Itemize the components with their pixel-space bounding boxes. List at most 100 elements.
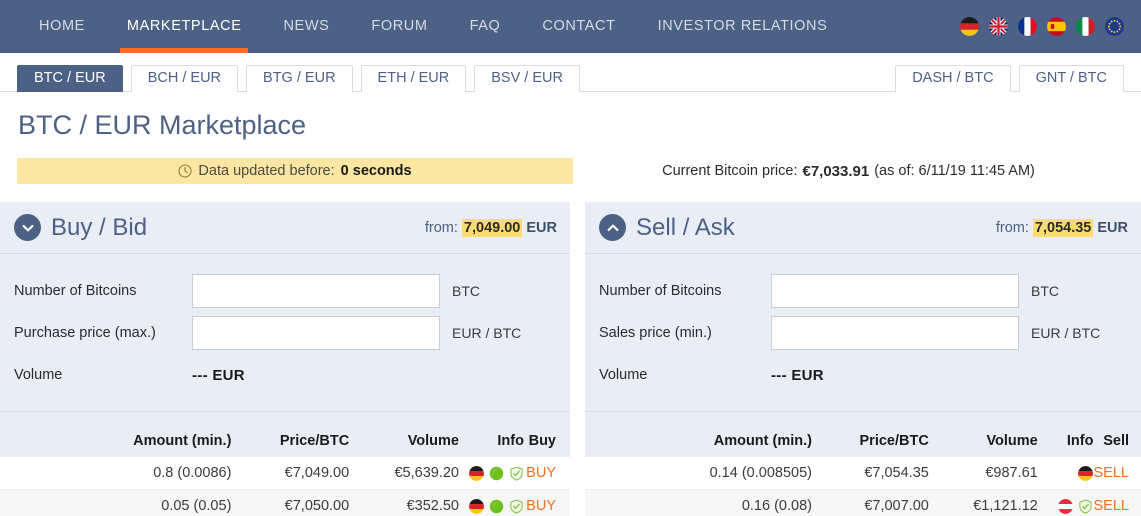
status-row: Data updated before: 0 seconds Current B… <box>0 158 1141 184</box>
shield-check-icon <box>509 466 524 481</box>
nav-item-contact[interactable]: CONTACT <box>521 0 636 53</box>
sell-row1-info <box>1037 489 1094 516</box>
table-row[interactable]: 0.16 (0.08) €7,007.00 €1,121.12 SELL <box>585 489 1141 516</box>
table-row[interactable]: 0.8 (0.0086) €7,049.00 €5,639.20 BUY <box>0 457 570 490</box>
tab-btc-eur[interactable]: BTC / EUR <box>17 65 123 92</box>
tab-gnt-btc[interactable]: GNT / BTC <box>1018 65 1124 92</box>
sell-price-input[interactable] <box>771 316 1019 350</box>
sell-from-value: 7,054.35 <box>1032 218 1094 237</box>
data-updated-label: Data updated before: <box>198 163 335 179</box>
sell-volume-label: Volume <box>599 367 648 383</box>
buy-bid-panel: Buy / Bid from: 7,049.00 EUR Number of B… <box>0 202 570 516</box>
current-price-label: Current Bitcoin price: <box>662 163 798 179</box>
sell-panel-title: Sell / Ask <box>636 213 735 241</box>
buy-panel-header: Buy / Bid from: 7,049.00 EUR <box>0 202 570 254</box>
flag-eu-icon[interactable] <box>1105 17 1124 36</box>
flag-de-icon <box>468 465 484 481</box>
shield-check-icon <box>509 499 524 514</box>
buy-form: Number of Bitcoins BTC Purchase price (m… <box>0 254 570 411</box>
data-updated-banner: Data updated before: 0 seconds <box>17 158 573 184</box>
nav-item-news[interactable]: NEWS <box>262 0 350 53</box>
buy-th-price: Price/BTC <box>231 425 350 457</box>
nav-item-home[interactable]: HOME <box>18 0 106 53</box>
flag-it-icon[interactable] <box>1076 17 1095 36</box>
flag-es-icon[interactable] <box>1047 17 1066 36</box>
buy-amount-row: Number of Bitcoins BTC <box>0 270 570 312</box>
buy-th-info: Info <box>458 425 524 457</box>
buy-price-row: Purchase price (max.) EUR / BTC <box>0 312 570 354</box>
buy-row1-volume: €352.50 <box>349 489 459 516</box>
tab-dash-btc[interactable]: DASH / BTC <box>895 65 1011 92</box>
sell-panel-header: Sell / Ask from: 7,054.35 EUR <box>585 202 1141 254</box>
sell-row0-volume: €987.61 <box>928 457 1038 490</box>
data-updated-value: 0 seconds <box>340 163 412 179</box>
sell-row1-amount: 0.16 (0.08) <box>585 489 812 516</box>
sell-amount-unit: BTC <box>1031 283 1059 299</box>
nav-links: HOME MARKETPLACE NEWS FORUM FAQ CONTACT … <box>0 0 849 59</box>
buy-volume-value: --- EUR <box>192 366 245 384</box>
buy-from-value: 7,049.00 <box>461 218 523 237</box>
buy-row0-volume: €5,639.20 <box>349 457 459 490</box>
buy-amount-unit: BTC <box>452 283 480 299</box>
shield-check-icon <box>1078 499 1093 514</box>
pair-tabbar: BTC / EUR BCH / EUR BTG / EUR ETH / EUR … <box>0 53 1141 92</box>
buy-th-volume: Volume <box>349 425 459 457</box>
sell-th-amount: Amount (min.) <box>585 425 812 457</box>
green-badge-icon <box>489 499 504 514</box>
tab-bch-eur[interactable]: BCH / EUR <box>130 65 239 92</box>
sell-from-currency: EUR <box>1097 219 1128 236</box>
buy-row0-info <box>458 457 524 490</box>
sell-ask-panel: Sell / Ask from: 7,054.35 EUR Number of … <box>585 202 1141 516</box>
sell-row0-price: €7,054.35 <box>811 457 929 490</box>
buy-price-input[interactable] <box>192 316 440 350</box>
sell-amount-input[interactable] <box>771 274 1019 308</box>
sell-table-header-row: Amount (min.) Price/BTC Volume Info Sell <box>585 425 1141 457</box>
buy-row1-action-cell: BUY <box>523 489 570 516</box>
flag-at-icon <box>1058 498 1074 514</box>
buy-row1-amount: 0.05 (0.05) <box>0 489 232 516</box>
sell-form: Number of Bitcoins BTC Sales price (min.… <box>585 254 1141 411</box>
buy-from-label: from: <box>424 219 458 236</box>
nav-item-faq[interactable]: FAQ <box>449 0 522 53</box>
pair-tabs-left: BTC / EUR BCH / EUR BTG / EUR ETH / EUR … <box>0 65 580 92</box>
flag-gb-icon[interactable] <box>989 17 1008 36</box>
sell-price-row: Sales price (min.) EUR / BTC <box>585 312 1141 354</box>
tab-bsv-eur[interactable]: BSV / EUR <box>474 65 580 92</box>
buy-panel-from: from: 7,049.00 EUR <box>424 218 557 237</box>
buy-row0-price: €7,049.00 <box>231 457 350 490</box>
buy-table-header-row: Amount (min.) Price/BTC Volume Info Buy <box>0 425 570 457</box>
flag-fr-icon[interactable] <box>1018 17 1037 36</box>
clock-icon <box>178 164 192 178</box>
nav-item-investor-relations[interactable]: INVESTOR RELATIONS <box>637 0 849 53</box>
buy-amount-input[interactable] <box>192 274 440 308</box>
marketplace-panels: Buy / Bid from: 7,049.00 EUR Number of B… <box>0 202 1141 516</box>
current-price-asof: (as of: 6/11/19 11:45 AM) <box>874 163 1035 179</box>
buy-price-unit: EUR / BTC <box>452 325 522 341</box>
flag-de-icon[interactable] <box>960 17 979 36</box>
chevron-down-icon[interactable] <box>14 214 41 241</box>
buy-row1-price: €7,050.00 <box>231 489 350 516</box>
sell-amount-row: Number of Bitcoins BTC <box>585 270 1141 312</box>
sell-row0-info <box>1037 457 1094 490</box>
nav-item-forum[interactable]: FORUM <box>350 0 448 53</box>
table-row[interactable]: 0.05 (0.05) €7,050.00 €352.50 BUY <box>0 489 570 516</box>
sell-button[interactable]: SELL <box>1094 498 1129 514</box>
buy-th-action: Buy <box>523 425 570 457</box>
buy-button[interactable]: BUY <box>526 465 556 481</box>
buy-row0-action-cell: BUY <box>523 457 570 490</box>
buy-panel-title: Buy / Bid <box>51 213 148 241</box>
buy-button[interactable]: BUY <box>526 498 556 514</box>
sell-price-unit: EUR / BTC <box>1031 325 1101 341</box>
sell-button[interactable]: SELL <box>1094 465 1129 481</box>
nav-item-marketplace[interactable]: MARKETPLACE <box>106 0 263 59</box>
sell-panel-from: from: 7,054.35 EUR <box>996 218 1128 237</box>
top-navbar: HOME MARKETPLACE NEWS FORUM FAQ CONTACT … <box>0 0 1141 59</box>
flag-de-icon <box>468 498 484 514</box>
sell-row1-volume: €1,121.12 <box>928 489 1038 516</box>
sell-th-action: Sell <box>1093 425 1141 457</box>
tab-eth-eur[interactable]: ETH / EUR <box>360 65 467 92</box>
chevron-up-icon[interactable] <box>599 214 626 241</box>
table-row[interactable]: 0.14 (0.008505) €7,054.35 €987.61 SELL <box>585 457 1141 490</box>
tab-btg-eur[interactable]: BTG / EUR <box>246 65 353 92</box>
buy-price-label: Purchase price (max.) <box>14 325 156 341</box>
